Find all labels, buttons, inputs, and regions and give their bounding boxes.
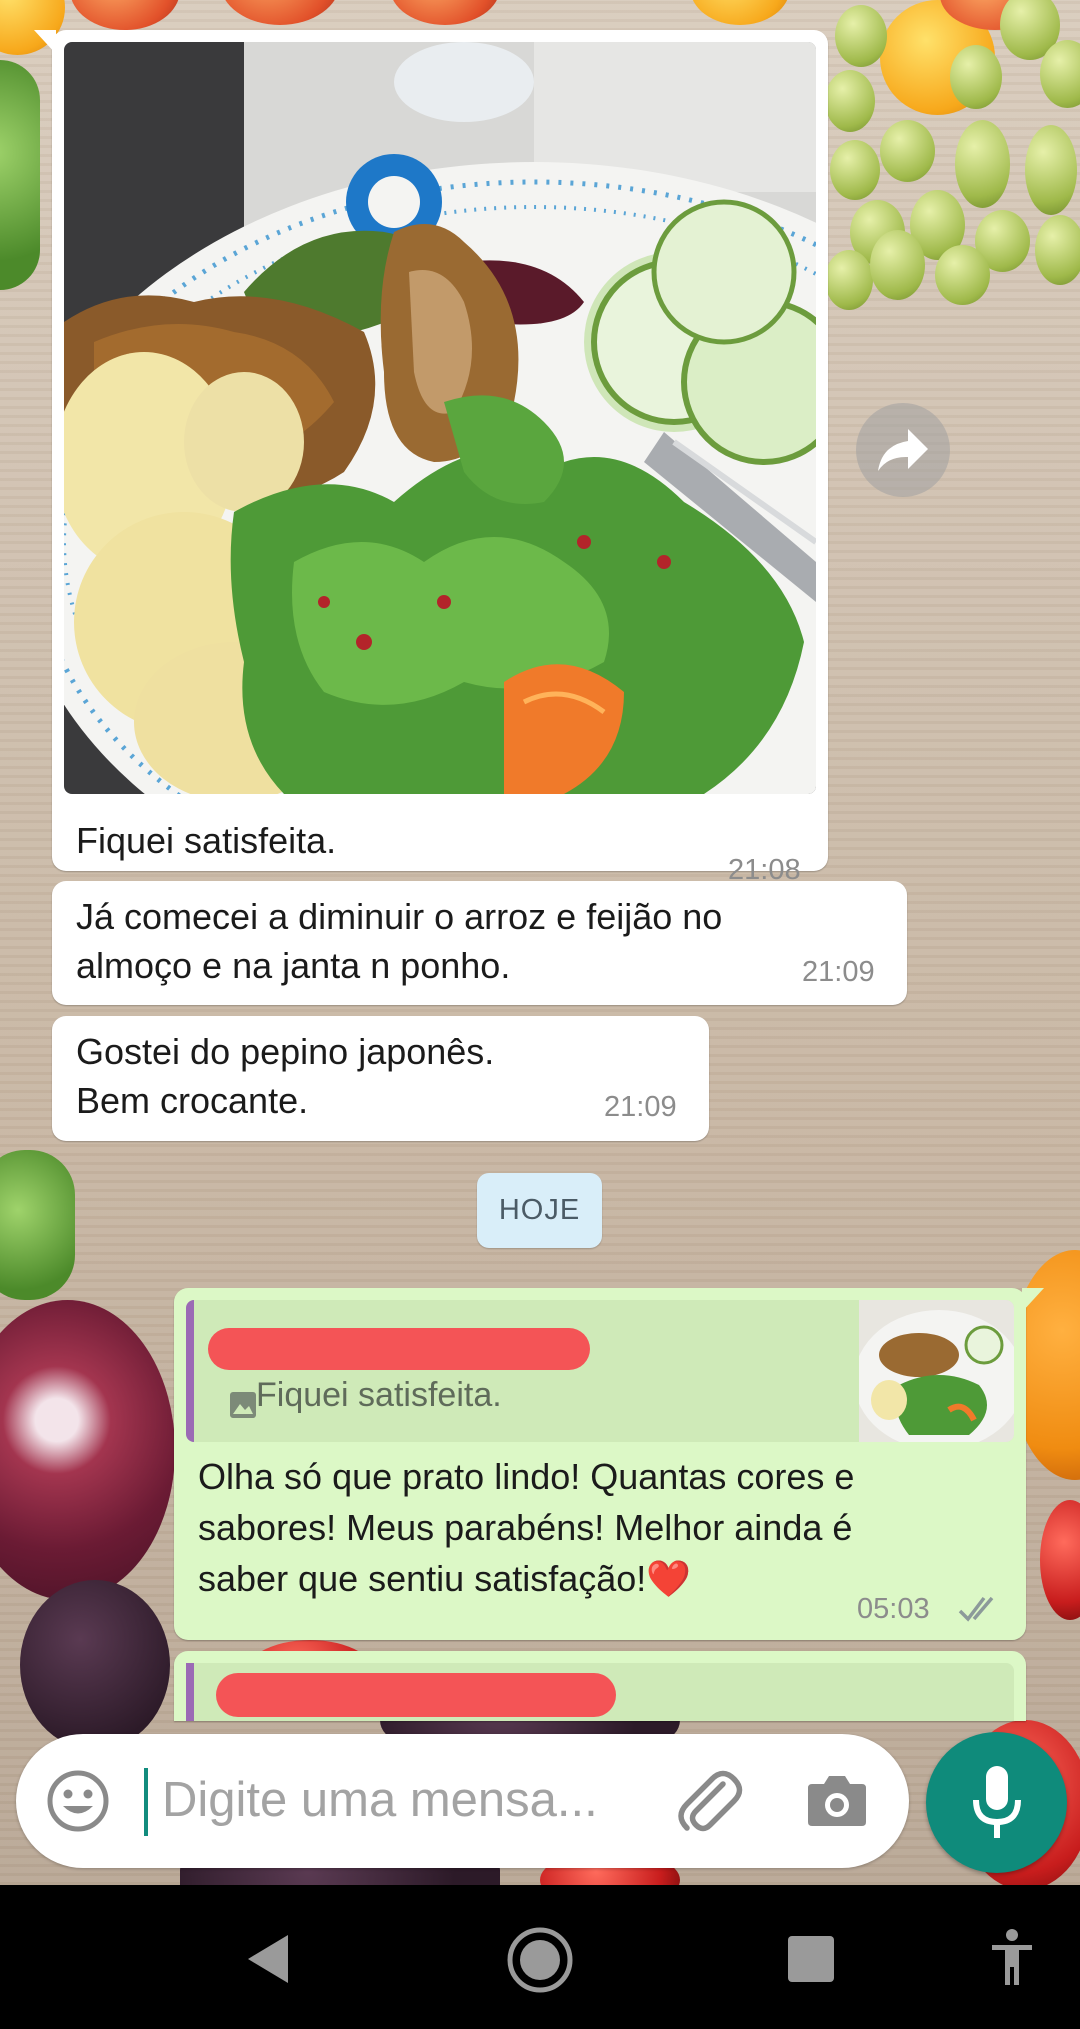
redacted-sender-name <box>208 1328 590 1370</box>
camera-icon[interactable] <box>806 1772 868 1828</box>
message-bubble-image[interactable]: Fiquei satisfeita. 21:08 <box>34 30 828 886</box>
system-nav-bar <box>0 1885 1080 2029</box>
message-text: Gostei do pepino japonês. Bem crocante. <box>76 1031 495 1121</box>
quote-accent-bar <box>186 1300 194 1442</box>
message-bubble-reply[interactable] <box>174 1651 1026 1721</box>
message-text: Já comecei a diminuir o arroz e feijão n… <box>76 896 723 986</box>
message-time: 21:09 <box>604 1091 677 1123</box>
meal-photo-image <box>64 42 816 794</box>
accessibility-icon[interactable] <box>992 1929 1032 1987</box>
quote-accent-bar <box>186 1663 194 1721</box>
date-separator: HOJE <box>477 1173 602 1248</box>
message-bubble-text[interactable]: Já comecei a diminuir o arroz e feijão n… <box>52 881 907 1005</box>
read-double-check-icon <box>958 1596 994 1622</box>
redacted-sender-name <box>216 1673 616 1717</box>
meal-photo[interactable] <box>64 42 816 794</box>
voice-message-button[interactable] <box>926 1732 1067 1873</box>
nav-recents-icon[interactable] <box>788 1936 834 1982</box>
quoted-thumbnail <box>859 1300 1014 1442</box>
image-type-icon <box>230 1392 256 1418</box>
emoji-icon[interactable] <box>46 1769 110 1833</box>
message-time: 21:09 <box>802 956 875 988</box>
mic-icon <box>973 1766 1021 1838</box>
message-composer[interactable]: Digite uma mensa... <box>16 1734 909 1868</box>
message-caption: Fiquei satisfeita. <box>76 820 337 861</box>
nav-home-icon[interactable] <box>506 1926 574 1994</box>
message-time: 05:03 <box>857 1593 930 1625</box>
forward-icon <box>878 429 928 471</box>
quoted-message[interactable]: Fiquei satisfeita. <box>186 1300 1014 1442</box>
text-cursor <box>144 1768 148 1836</box>
forward-button[interactable] <box>856 403 950 497</box>
nav-back-icon[interactable] <box>244 1933 292 1985</box>
message-input[interactable]: Digite uma mensa... <box>162 1772 598 1828</box>
attach-icon[interactable] <box>671 1764 746 1839</box>
message-text: Olha só que prato lindo! Quantas cores e… <box>198 1456 855 1599</box>
message-bubble-text[interactable]: Gostei do pepino japonês. Bem crocante. … <box>52 1016 709 1141</box>
message-bubble-reply[interactable]: Fiquei satisfeita. Olha só que prato lin… <box>174 1288 1044 1640</box>
quoted-text: Fiquei satisfeita. <box>256 1376 502 1414</box>
